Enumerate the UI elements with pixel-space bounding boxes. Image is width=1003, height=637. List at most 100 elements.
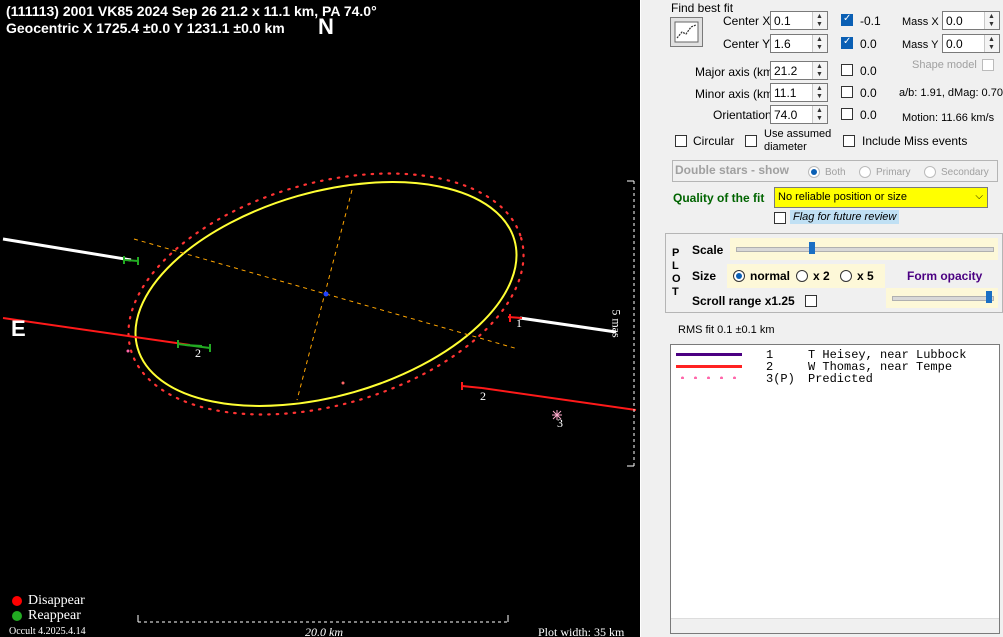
- north-label: N: [318, 14, 334, 39]
- center-x-adjust: -0.1: [860, 14, 881, 28]
- chord-2-line-left: [2, 317, 191, 346]
- shape-model-label: Shape model: [912, 59, 977, 71]
- center-x-input[interactable]: 0.1 ▲ ▼: [770, 11, 828, 30]
- use-assumed-label-1: Use assumed: [764, 128, 832, 140]
- center-y-input[interactable]: 1.6 ▲ ▼: [770, 34, 828, 53]
- both-label: Both: [825, 167, 846, 178]
- observer-list[interactable]: 1 T Heisey, near Lubbock 2 W Thomas, nea…: [670, 344, 1000, 634]
- orientation-adjust: 0.0: [860, 108, 877, 122]
- opacity-slider-thumb[interactable]: [986, 291, 992, 303]
- motion-readout: Motion: 11.66 km/s: [902, 112, 995, 124]
- fit-chart-icon: [674, 21, 699, 43]
- scale-label: Scale: [692, 243, 724, 257]
- orientation-label: Orientation: [713, 108, 772, 122]
- scale-mas-label: 5 mas: [609, 309, 624, 338]
- reappear-dot: [12, 611, 22, 621]
- scale-slider-thumb[interactable]: [808, 242, 815, 254]
- circular-label: Circular: [693, 134, 735, 148]
- ab-dmag-readout: a/b: 1.91, dMag: 0.70: [899, 87, 1003, 99]
- chord-2-line-right: [481, 387, 637, 411]
- mass-y-input[interactable]: 0.0 ▲ ▼: [942, 34, 1000, 53]
- observer-row-3[interactable]: 3(P) Predicted: [671, 372, 999, 386]
- minor-axis-label: Minor axis (km): [695, 87, 778, 101]
- plot-letter-l: L: [672, 260, 679, 272]
- disappear-dot: [12, 596, 22, 606]
- scroll-range-checkbox[interactable]: [805, 295, 817, 307]
- find-best-fit-button[interactable]: [670, 17, 703, 47]
- geocentric-readout: Geocentric X 1725.4 ±0.0 Y 1231.1 ±0.0 k…: [6, 20, 285, 36]
- observer-name-3: Predicted: [808, 372, 873, 386]
- legend-reappear: Reappear: [28, 608, 81, 623]
- secondary-label: Secondary: [941, 167, 989, 178]
- disappear-marker: [461, 314, 523, 390]
- plot-canvas: [2, 172, 637, 623]
- minor-axis-adjust: 0.0: [860, 86, 877, 100]
- scale-slider[interactable]: [730, 238, 998, 260]
- quality-select[interactable]: No reliable position or size ⌵: [774, 187, 988, 208]
- major-axis-adjust: 0.0: [860, 64, 877, 78]
- rms-fit-readout: RMS fit 0.1 ±0.1 km: [678, 324, 775, 336]
- control-panel: Find best fit Center X 0.1 ▲▼ -0.1 Mass …: [641, 0, 1003, 637]
- center-y-label: Center Y: [723, 37, 771, 51]
- find-best-fit-label: Find best fit: [671, 1, 734, 15]
- observer-line-2: [676, 365, 742, 368]
- major-axis-input[interactable]: 21.2 ▲ ▼: [770, 61, 828, 80]
- chord-label-2b: 2: [480, 389, 486, 403]
- minor-axis-input[interactable]: 11.1 ▲ ▼: [770, 83, 828, 102]
- chord-label-1: 1: [516, 316, 522, 330]
- both-radio[interactable]: [808, 166, 820, 178]
- center-y-checkbox[interactable]: [841, 36, 853, 49]
- orientation-checkbox[interactable]: [841, 108, 853, 120]
- major-axis-checkbox[interactable]: [841, 64, 853, 76]
- observer-dots-3: [676, 376, 742, 379]
- chord-1-line-left: [2, 237, 132, 262]
- include-miss-checkbox[interactable]: [843, 135, 855, 147]
- secondary-radio[interactable]: [924, 166, 936, 178]
- chord-label-2: 2: [195, 346, 201, 360]
- primary-radio[interactable]: [859, 166, 871, 178]
- major-axis-label: Major axis (km): [695, 65, 778, 79]
- orientation-input[interactable]: 74.0 ▲ ▼: [770, 105, 828, 124]
- scroll-range-label: Scroll range x1.25: [692, 294, 795, 308]
- plot-letter-o: O: [672, 273, 681, 285]
- flag-review-label: Flag for future review: [790, 210, 900, 224]
- east-label: E: [11, 316, 26, 341]
- use-assumed-diameter-checkbox[interactable]: [745, 135, 757, 147]
- opacity-slider[interactable]: [886, 288, 998, 308]
- primary-label: Primary: [876, 167, 911, 178]
- observer-row-2[interactable]: 2 W Thomas, near Tempe: [671, 360, 999, 374]
- version-label: Occult 4.2025.4.14: [9, 626, 86, 637]
- include-miss-label: Include Miss events: [862, 134, 968, 148]
- center-x-label: Center X: [723, 14, 771, 28]
- size-x2-label: x 2: [813, 269, 830, 283]
- size-normal-label: normal: [750, 269, 791, 283]
- quality-label: Quality of the fit: [673, 191, 765, 205]
- size-x2-radio[interactable]: [796, 270, 808, 282]
- chevron-down-icon: ⌵: [975, 191, 983, 202]
- size-normal-radio[interactable]: [733, 270, 745, 282]
- circular-checkbox[interactable]: [675, 135, 687, 147]
- flag-review-checkbox[interactable]: [774, 212, 786, 224]
- predicted-center-point: [341, 381, 345, 385]
- shape-model-checkbox[interactable]: [982, 59, 994, 71]
- chord-1-line-right: [519, 316, 617, 334]
- predicted-point: [126, 349, 130, 353]
- mass-x-input[interactable]: 0.0 ▲ ▼: [942, 11, 1000, 30]
- use-assumed-label-2: diameter: [764, 141, 807, 153]
- plot-letter-p: P: [672, 247, 680, 259]
- double-stars-button[interactable]: Double stars - show: [675, 163, 789, 177]
- plot-width-label: Plot width: 35 km: [538, 625, 625, 637]
- observer-line-1: [676, 353, 742, 356]
- scale-bar-label: 20.0 km: [305, 625, 343, 637]
- observer-row-1[interactable]: 1 T Heisey, near Lubbock: [671, 348, 999, 362]
- center-point: [323, 291, 329, 297]
- minor-axis-checkbox[interactable]: [841, 86, 853, 98]
- size-x5-radio[interactable]: [840, 270, 852, 282]
- size-x5-label: x 5: [857, 269, 874, 283]
- observer-list-scrollbar[interactable]: [671, 618, 999, 633]
- legend-disappear: Disappear: [28, 593, 85, 608]
- center-x-checkbox[interactable]: [841, 13, 853, 26]
- mass-x-label: Mass X: [902, 16, 939, 28]
- plot-letter-t: T: [672, 286, 679, 298]
- occultation-plot[interactable]: (111113) 2001 VK85 2024 Sep 26 21.2 x 11…: [0, 0, 640, 637]
